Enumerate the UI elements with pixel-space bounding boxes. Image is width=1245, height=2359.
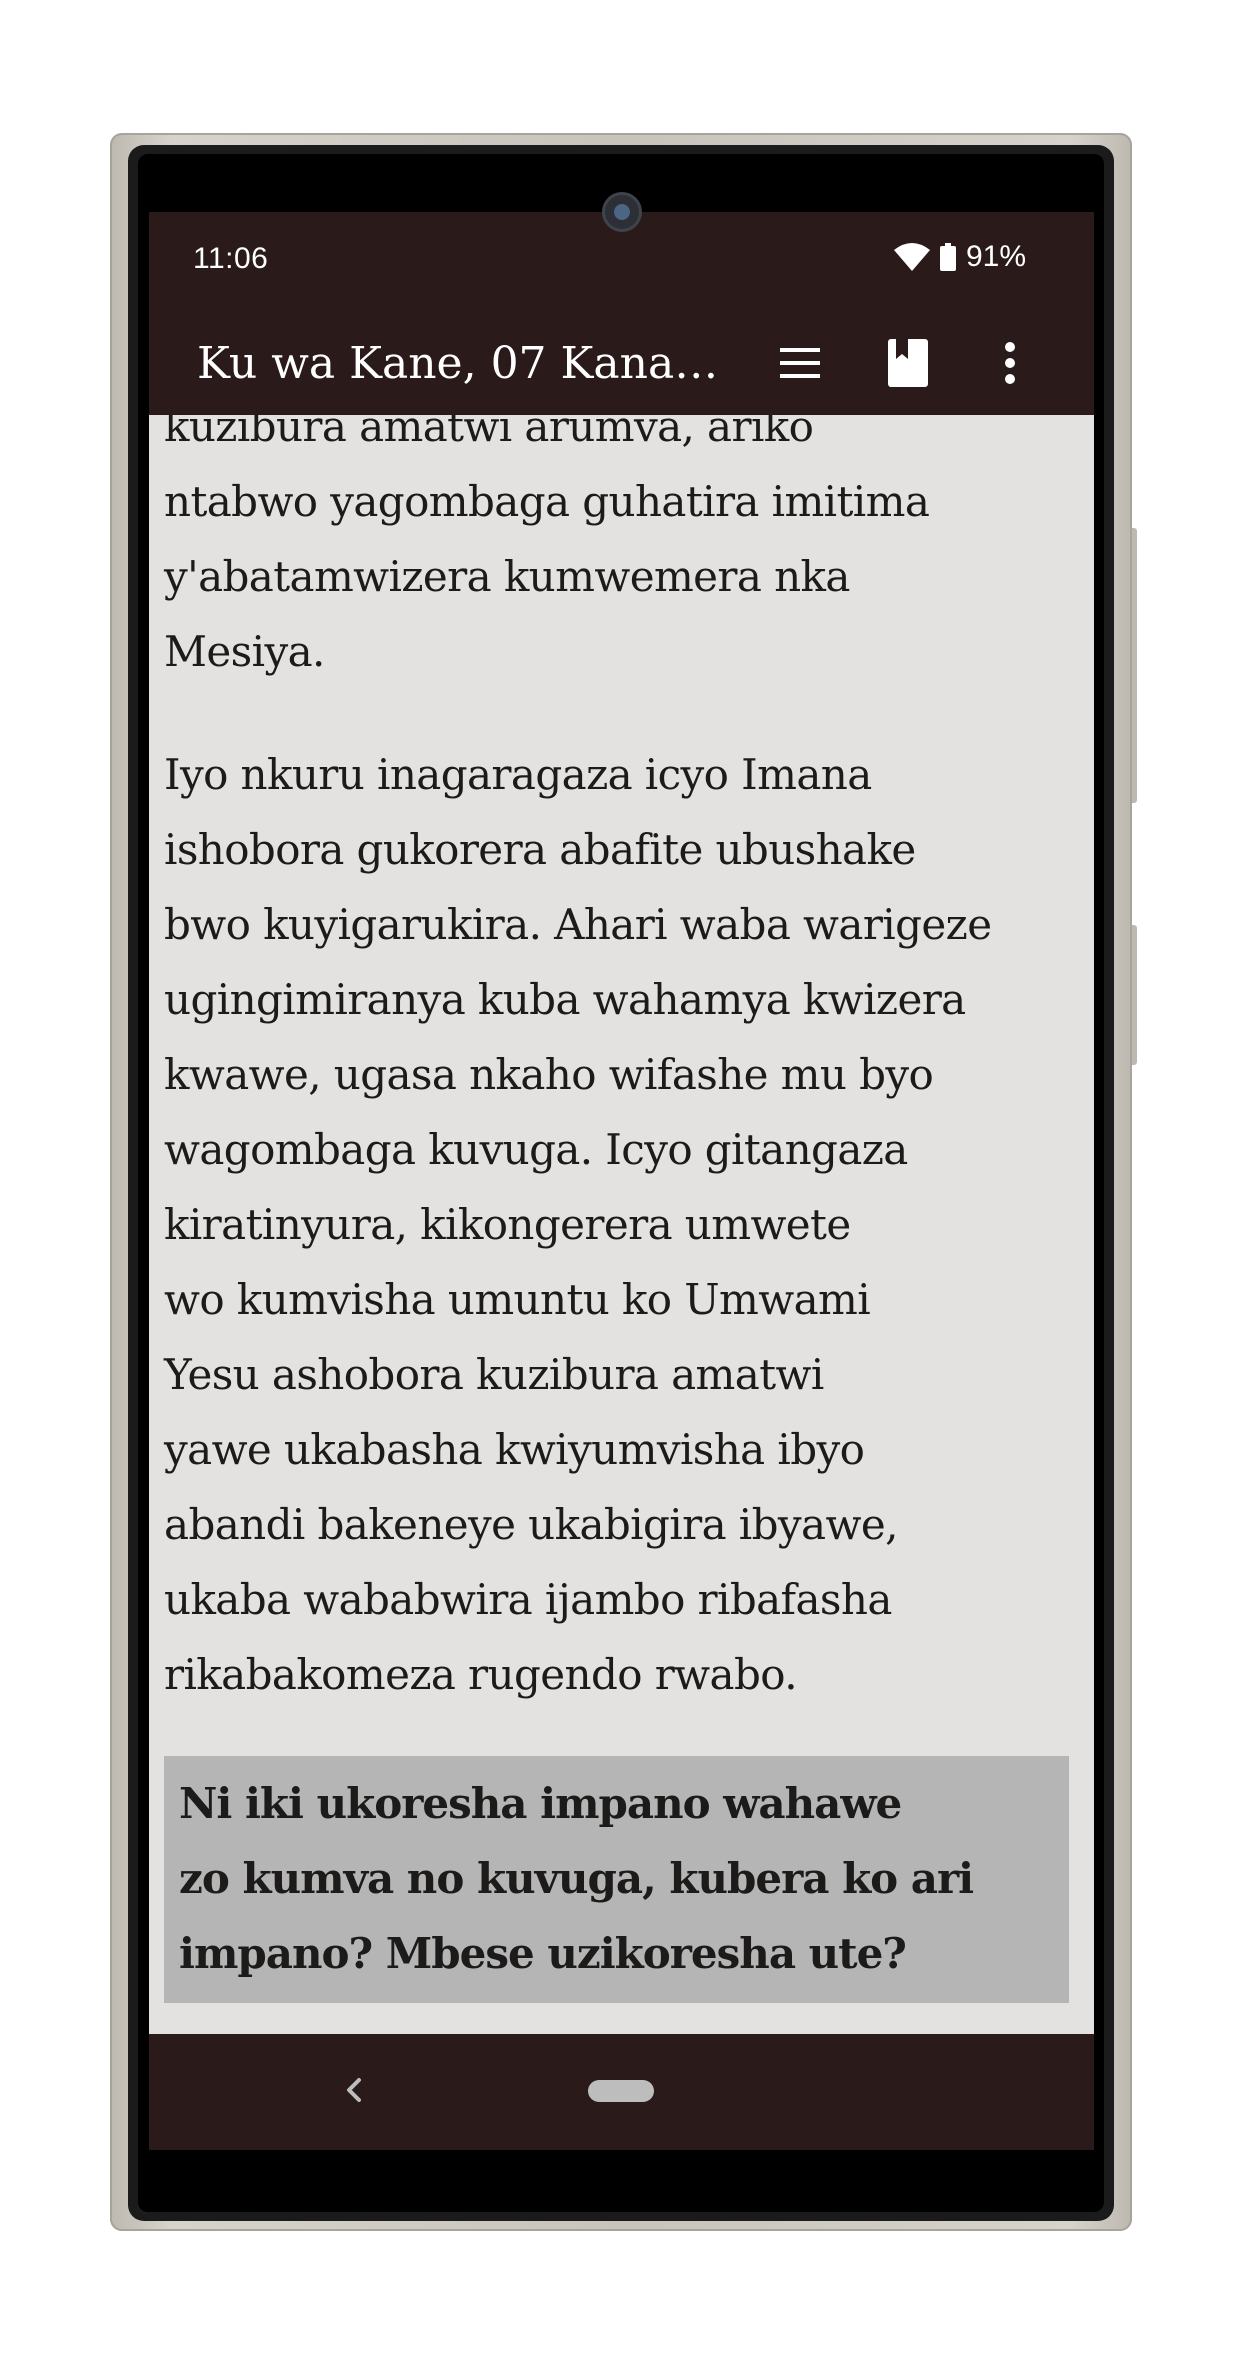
text-line: Yesu ashobora kuzibura amatwi (164, 1350, 824, 1399)
question-line: Ni iki ukoresha impano wahawe (179, 1779, 902, 1828)
text-line: ishobora gukorera abafite ubushake (164, 825, 916, 874)
text-line: ugingimiranya kuba wahamya kwizera (164, 975, 966, 1024)
reading-content[interactable]: kuzibura amatwi arumva, ariko ntabwo yag… (149, 415, 1094, 2034)
status-time: 11:06 (193, 242, 269, 275)
home-pill[interactable] (588, 2080, 654, 2102)
text-line: ntabwo yagombaga guhatira imitima (164, 477, 930, 526)
more-options-button[interactable] (977, 330, 1043, 396)
text-line: kwawe, ugasa nkaho wifashe mu byo (164, 1050, 934, 1099)
article-body: kuzibura amatwi arumva, ariko ntabwo yag… (164, 415, 1069, 2003)
back-icon[interactable] (339, 2070, 369, 2110)
wifi-icon (893, 243, 930, 271)
status-indicators: 91% (893, 240, 1026, 274)
bookmark-icon (888, 339, 928, 387)
text-line: abandi bakeneye ukabigira ibyawe, (164, 1500, 898, 1549)
menu-button[interactable] (767, 330, 833, 396)
text-line: Mesiya. (164, 627, 325, 676)
text-line: Iyo nkuru inagaragaza icyo Imana (164, 750, 872, 799)
question-line: zo kumva no kuvuga, kubera ko ari (179, 1854, 974, 1903)
front-camera (602, 192, 642, 232)
text-line: wagombaga kuvuga. Icyo gitangaza (164, 1125, 908, 1174)
paragraph: Iyo nkuru inagaragaza icyo Imana ishobor… (164, 737, 1069, 1712)
text-line: ukaba wababwira ijambo ribafasha (164, 1575, 892, 1624)
app-bar: Ku wa Kane, 07 Kanam… (149, 312, 1094, 415)
text-line: kuzibura amatwi arumva, ariko (164, 415, 814, 451)
menu-icon (780, 348, 820, 378)
text-line: kiratinyura, kikongerera umwete (164, 1200, 851, 1249)
paragraph: kuzibura amatwi arumva, ariko ntabwo yag… (164, 415, 1069, 689)
bookmark-button[interactable] (875, 330, 941, 396)
discussion-question: Ni iki ukoresha impano wahawe zo kumva n… (164, 1756, 1069, 2003)
navigation-bar (149, 2034, 1094, 2150)
text-line: wo kumvisha umuntu ko Umwami (164, 1275, 871, 1324)
phone-screen: 11:06 91% Ku wa Kane, 07 Kanam… kuzibura… (149, 168, 1094, 2150)
text-line: rikabakomeza rugendo rwabo. (164, 1650, 798, 1699)
device-mockup: 11:06 91% Ku wa Kane, 07 Kanam… kuzibura… (0, 0, 1245, 2359)
battery-icon (939, 243, 956, 271)
text-line: y'abatamwizera kumwemera nka (164, 552, 850, 601)
more-vert-icon (1005, 342, 1015, 384)
text-line: yawe ukabasha kwiyumvisha ibyo (164, 1425, 865, 1474)
text-line: bwo kuyigarukira. Ahari waba warigeze (164, 900, 992, 949)
page-title: Ku wa Kane, 07 Kanam… (197, 338, 757, 389)
battery-percentage: 91% (965, 240, 1026, 273)
question-line: impano? Mbese uzikoresha ute? (179, 1929, 907, 1978)
